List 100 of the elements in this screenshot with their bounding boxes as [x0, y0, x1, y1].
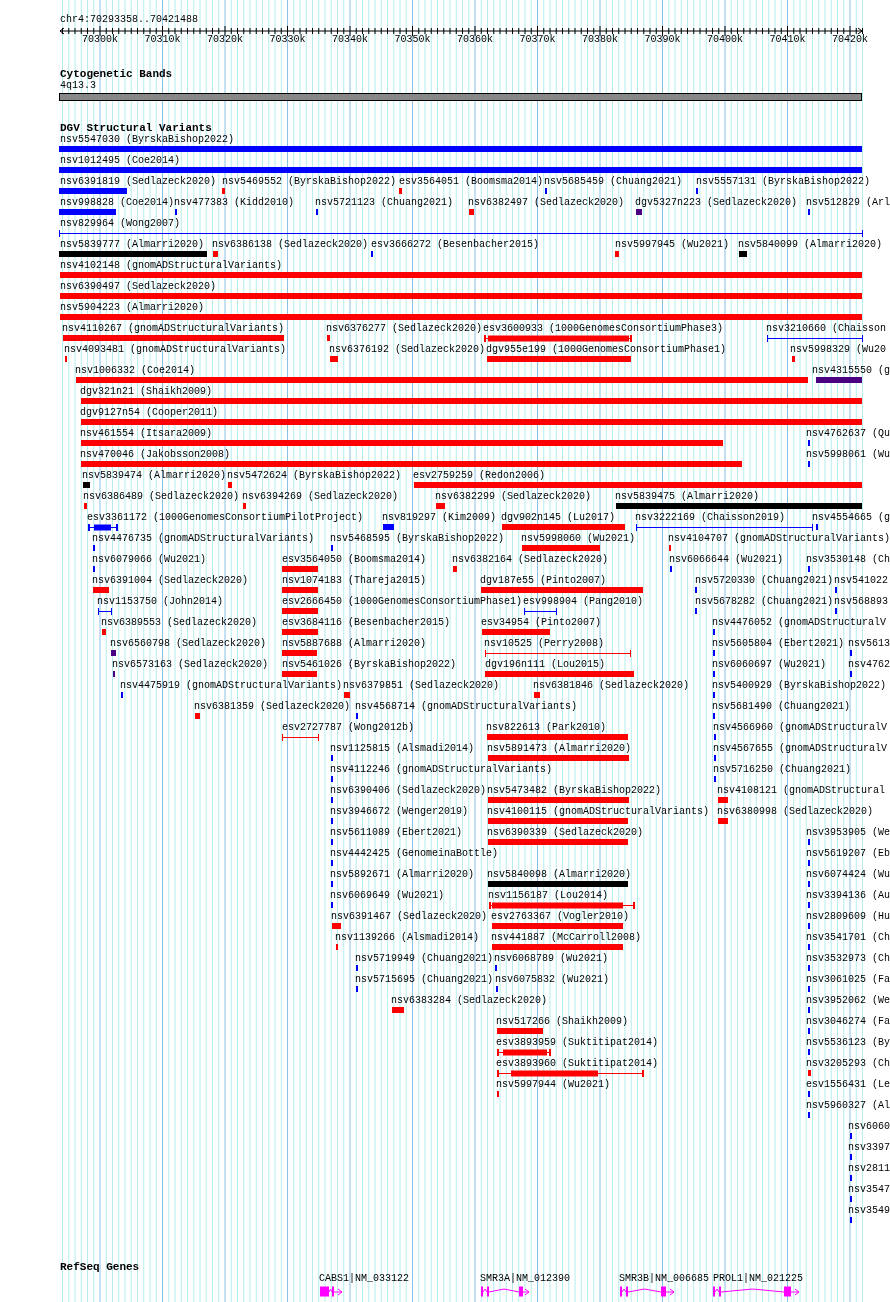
variant-label: nsv1012495 (Coe2014)	[60, 155, 181, 167]
variant-range[interactable]	[524, 608, 557, 615]
variant-bar[interactable]	[330, 356, 338, 362]
variant-label: nsv1006332 (Coe2014)	[75, 365, 196, 377]
variant-range[interactable]	[485, 650, 631, 657]
variant-bar[interactable]	[344, 692, 350, 698]
variant-bar[interactable]	[739, 251, 747, 257]
variant-bar[interactable]	[414, 482, 862, 488]
variant-bar[interactable]	[282, 608, 318, 614]
gene-model-drawing[interactable]	[320, 1286, 343, 1297]
variant-bar[interactable]	[522, 545, 600, 551]
variant-bar[interactable]	[60, 293, 862, 299]
variant-bar[interactable]	[327, 335, 330, 341]
variant-bar[interactable]	[81, 440, 723, 446]
variant-label: nsv5891473 (Almarri2020)	[487, 743, 632, 755]
tick-label: 70330k	[268, 34, 307, 46]
variant-range[interactable]	[489, 902, 635, 909]
variant-range[interactable]	[767, 335, 863, 342]
tick-label: 70410k	[768, 34, 807, 46]
variant-bar[interactable]	[213, 251, 218, 257]
variant-bar[interactable]	[243, 503, 246, 509]
variant-bar[interactable]	[615, 251, 619, 257]
tick-label: 70350k	[393, 34, 432, 46]
cytoband-bar[interactable]	[59, 93, 862, 101]
variant-bar[interactable]	[93, 587, 109, 593]
variant-bar[interactable]	[332, 923, 341, 929]
variant-bar[interactable]	[636, 209, 642, 215]
variant-bar[interactable]	[792, 356, 795, 362]
variant-label: nsv5839777 (Almarri2020)	[60, 239, 205, 251]
variant-bar[interactable]	[60, 272, 862, 278]
variant-bar[interactable]	[59, 146, 862, 152]
variant-range[interactable]	[98, 608, 112, 615]
gene-model-drawing[interactable]	[481, 1286, 530, 1297]
gene-model-drawing[interactable]	[713, 1286, 800, 1297]
variant-label: nsv6381846 (Sedlazeck2020)	[533, 680, 690, 692]
variant-bar[interactable]	[195, 713, 200, 719]
variant-bar[interactable]	[282, 566, 318, 572]
variant-bar[interactable]	[282, 629, 318, 635]
variant-bar[interactable]	[488, 881, 628, 887]
variant-bar[interactable]	[59, 251, 207, 257]
variant-bar[interactable]	[718, 818, 728, 824]
variant-bar[interactable]	[59, 188, 127, 194]
variant-bar[interactable]	[488, 839, 628, 845]
variant-label: nsv5461026 (ByrskaBishop2022)	[282, 659, 457, 671]
variant-bar[interactable]	[392, 1007, 404, 1013]
variant-bar[interactable]	[816, 377, 862, 383]
variant-bar[interactable]	[436, 503, 445, 509]
variant-bar[interactable]	[76, 377, 808, 383]
variant-bar[interactable]	[488, 755, 629, 761]
variant-label: nsv5998329 (Wu20	[790, 344, 886, 356]
variant-bar[interactable]	[399, 188, 402, 194]
variant-bar[interactable]	[60, 314, 862, 320]
variant-bar[interactable]	[482, 629, 550, 635]
variant-bar[interactable]	[718, 797, 728, 803]
variant-bar[interactable]	[282, 587, 318, 593]
variant-bar[interactable]	[111, 650, 116, 656]
variant-bar[interactable]	[492, 944, 623, 950]
variant-label: nsv4476052 (gnomADStructuralV	[712, 617, 887, 629]
variant-bar[interactable]	[83, 482, 90, 488]
variant-range[interactable]	[497, 1049, 551, 1056]
variant-range[interactable]	[497, 1070, 644, 1077]
variant-bar[interactable]	[488, 797, 629, 803]
variant-bar[interactable]	[81, 398, 862, 404]
variant-bar[interactable]	[84, 503, 87, 509]
variant-range[interactable]	[636, 524, 813, 531]
variant-range[interactable]	[88, 524, 118, 531]
variant-bar[interactable]	[102, 629, 106, 635]
variant-bar[interactable]	[453, 566, 457, 572]
variant-bar[interactable]	[222, 188, 225, 194]
variant-label: esv3600933 (1000GenomesConsortiumPhase3)	[483, 323, 724, 335]
gene-label: PROL1|NM_021225	[713, 1273, 803, 1285]
variant-bar[interactable]	[282, 671, 317, 677]
variant-label: nsv6391004 (Sedlazeck2020)	[92, 575, 249, 587]
variant-bar[interactable]	[487, 356, 631, 362]
variant-bar[interactable]	[487, 734, 628, 740]
variant-bar[interactable]	[282, 650, 317, 656]
variant-bar[interactable]	[808, 1070, 811, 1076]
variant-label: dgv321n21 (Shaikh2009)	[80, 386, 213, 398]
variant-bar[interactable]	[534, 692, 540, 698]
variant-label: nsv819297 (Kim2009)	[382, 512, 497, 524]
variant-label: nsv4475919 (gnomADStructuralVariants)	[120, 680, 343, 692]
variant-bar[interactable]	[81, 461, 742, 467]
variant-bar[interactable]	[63, 335, 284, 341]
variant-bar[interactable]	[502, 524, 625, 530]
variant-bar[interactable]	[492, 923, 623, 929]
variant-bar[interactable]	[81, 419, 862, 425]
variant-bar[interactable]	[497, 1028, 543, 1034]
variant-bar[interactable]	[228, 482, 232, 488]
gene-model-drawing[interactable]	[620, 1286, 675, 1297]
variant-bar[interactable]	[485, 671, 634, 677]
variant-label: nsv512829 (Arl	[806, 197, 890, 209]
variant-bar[interactable]	[383, 524, 394, 530]
variant-bar[interactable]	[469, 209, 474, 215]
variant-bar[interactable]	[59, 167, 862, 173]
variant-bar[interactable]	[59, 209, 116, 215]
variant-range[interactable]	[59, 230, 863, 237]
variant-bar[interactable]	[481, 587, 643, 593]
variant-bar[interactable]	[488, 818, 628, 824]
variant-range[interactable]	[282, 734, 319, 741]
variant-bar[interactable]	[616, 503, 862, 509]
